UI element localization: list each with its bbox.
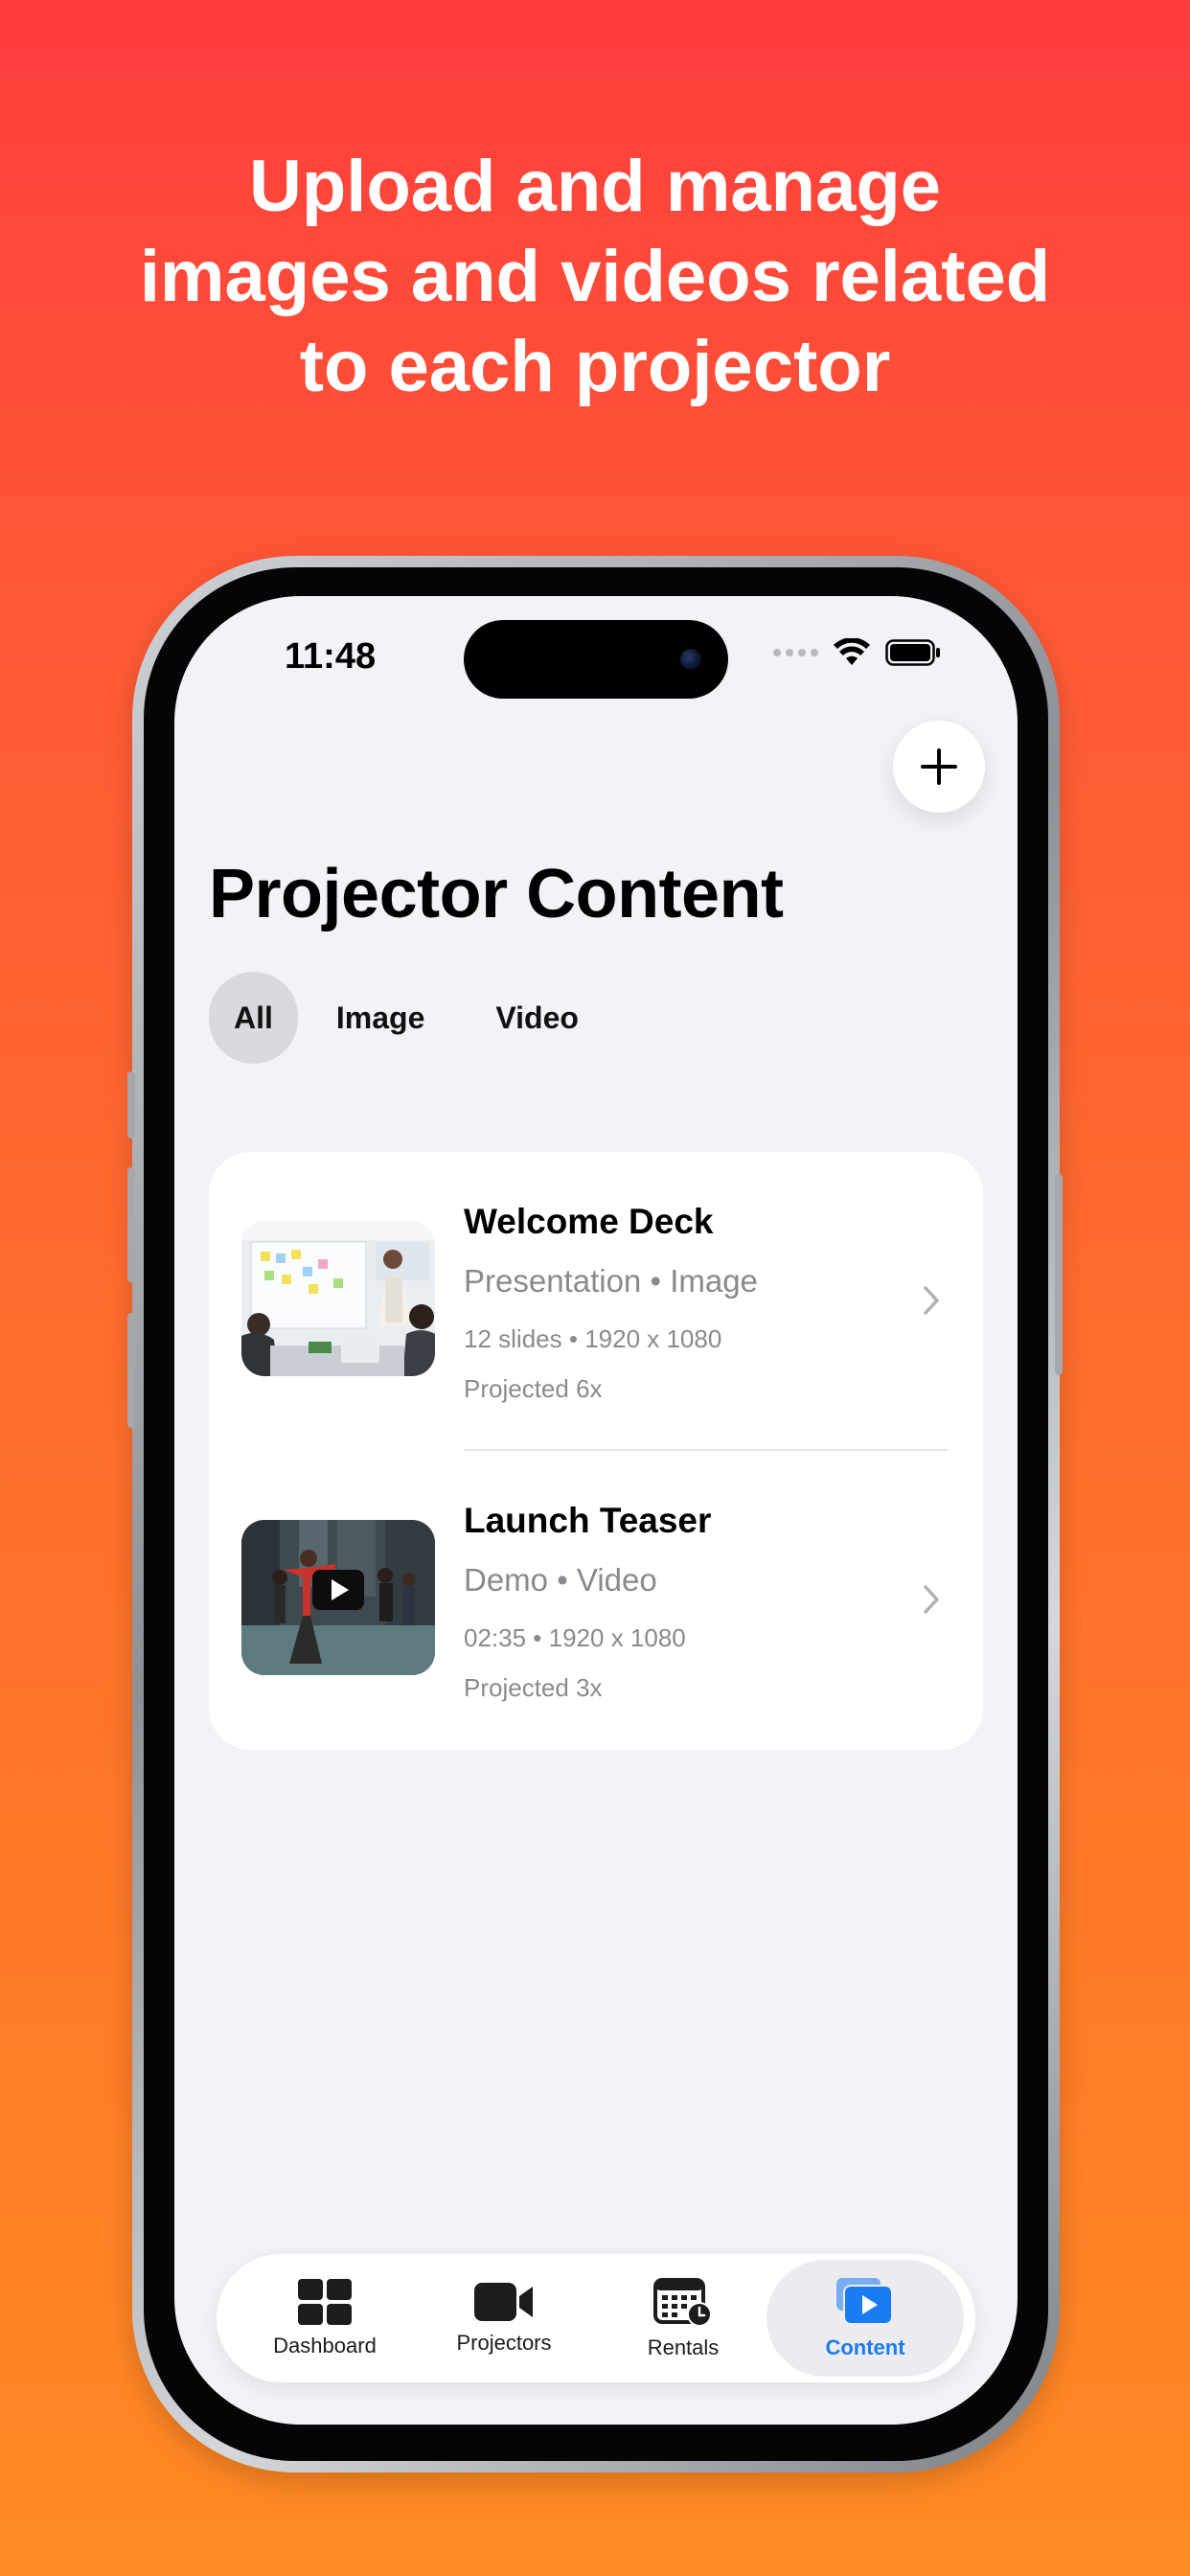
status-indicators bbox=[773, 638, 941, 667]
front-camera bbox=[680, 649, 701, 670]
video-camera-icon bbox=[474, 2283, 533, 2321]
tab-content[interactable]: Content bbox=[767, 2260, 964, 2377]
video-thumbnail bbox=[241, 1520, 435, 1675]
tab-rentals[interactable]: Rentals bbox=[584, 2260, 782, 2377]
tab-label: Dashboard bbox=[273, 2334, 377, 2358]
item-projected-count: Projected 6x bbox=[464, 1374, 603, 1403]
item-title: Launch Teaser bbox=[464, 1501, 712, 1540]
headline-line-2: images and videos related bbox=[139, 236, 1051, 317]
marketing-headline: Upload and manage images and videos rela… bbox=[0, 142, 1190, 412]
page-title: Projector Content bbox=[209, 856, 784, 932]
list-item-welcome-deck[interactable]: Welcome Deck Presentation • Image 12 sli… bbox=[209, 1152, 983, 1451]
plus-icon bbox=[921, 748, 957, 785]
battery-icon bbox=[885, 639, 940, 666]
status-time: 11:48 bbox=[285, 636, 377, 677]
list-item-launch-teaser[interactable]: Launch Teaser Demo • Video 02:35 • 1920 … bbox=[209, 1451, 983, 1750]
filter-video[interactable]: Video bbox=[463, 972, 611, 1064]
tab-label: Projectors bbox=[456, 2331, 552, 2355]
content-list: Welcome Deck Presentation • Image 12 sli… bbox=[209, 1152, 983, 1750]
item-category-type: Presentation • Image bbox=[464, 1263, 758, 1299]
tab-label: Content bbox=[825, 2335, 905, 2359]
action-button bbox=[127, 1071, 135, 1138]
tab-label: Rentals bbox=[647, 2335, 720, 2359]
tab-dashboard[interactable]: Dashboard bbox=[226, 2260, 423, 2377]
volume-up-button bbox=[127, 1167, 135, 1282]
app-screen: 11:48 Projector Content All Image Video bbox=[174, 596, 1018, 2425]
dynamic-island bbox=[464, 620, 728, 699]
item-title: Welcome Deck bbox=[464, 1202, 714, 1241]
chevron-right-icon bbox=[924, 1585, 939, 1614]
volume-down-button bbox=[127, 1313, 135, 1428]
content-type-filter: All Image Video bbox=[209, 972, 611, 1064]
filter-all[interactable]: All bbox=[209, 972, 298, 1064]
item-projected-count: Projected 3x bbox=[464, 1673, 603, 1702]
filter-image[interactable]: Image bbox=[304, 972, 457, 1064]
power-button bbox=[1055, 1174, 1063, 1375]
cellular-signal-icon bbox=[773, 649, 818, 656]
dashboard-grid-icon bbox=[298, 2279, 352, 2325]
tab-projectors[interactable]: Projectors bbox=[405, 2260, 603, 2377]
media-stack-play-icon bbox=[836, 2278, 893, 2325]
tab-bar: Dashboard Projectors Rentals Content bbox=[217, 2254, 975, 2382]
wifi-icon bbox=[834, 638, 870, 665]
calendar-clock-icon bbox=[653, 2278, 712, 2327]
add-content-button[interactable] bbox=[893, 721, 985, 813]
chevron-right-icon bbox=[924, 1286, 939, 1315]
headline-line-1: Upload and manage bbox=[248, 146, 942, 227]
item-details: 12 slides • 1920 x 1080 bbox=[464, 1324, 722, 1353]
item-category-type: Demo • Video bbox=[464, 1562, 657, 1598]
headline-line-3: to each projector bbox=[299, 326, 891, 407]
presentation-thumbnail bbox=[241, 1221, 435, 1376]
item-details: 02:35 • 1920 x 1080 bbox=[464, 1623, 686, 1652]
